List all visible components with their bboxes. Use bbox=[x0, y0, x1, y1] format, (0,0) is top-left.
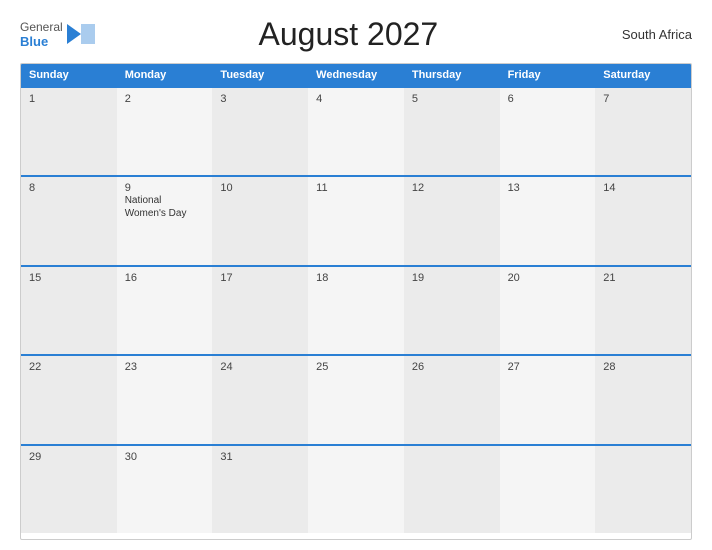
day-number: 26 bbox=[412, 361, 492, 373]
calendar-cell: 6 bbox=[500, 88, 596, 175]
day-number: 18 bbox=[316, 272, 396, 284]
logo-flag-icon bbox=[67, 24, 95, 44]
day-number: 29 bbox=[29, 451, 109, 463]
day-header-sunday: Sunday bbox=[21, 64, 117, 86]
calendar-cell: 27 bbox=[500, 356, 596, 443]
day-header-thursday: Thursday bbox=[404, 64, 500, 86]
day-header-monday: Monday bbox=[117, 64, 213, 86]
calendar-cell: 12 bbox=[404, 177, 500, 264]
calendar-cell: 17 bbox=[212, 267, 308, 354]
day-number: 31 bbox=[220, 451, 300, 463]
calendar-week-4: 22 23 24 25 26 27 28 bbox=[21, 354, 691, 443]
calendar-cell bbox=[404, 446, 500, 533]
day-number: 6 bbox=[508, 93, 588, 105]
day-number: 5 bbox=[412, 93, 492, 105]
calendar-cell: 8 bbox=[21, 177, 117, 264]
calendar-week-1: 1 2 3 4 5 6 7 bbox=[21, 86, 691, 175]
day-number: 11 bbox=[316, 182, 396, 194]
day-header-wednesday: Wednesday bbox=[308, 64, 404, 86]
calendar-cell: 26 bbox=[404, 356, 500, 443]
calendar-cell: 5 bbox=[404, 88, 500, 175]
header: General Blue August 2027 South Africa bbox=[20, 16, 692, 53]
day-header-friday: Friday bbox=[500, 64, 596, 86]
calendar-cell: 30 bbox=[117, 446, 213, 533]
day-number: 9 bbox=[125, 182, 205, 194]
calendar-cell: 1 bbox=[21, 88, 117, 175]
calendar-event: National Women's Day bbox=[125, 195, 187, 219]
calendar-body: 123456789National Women's Day10111213141… bbox=[21, 86, 691, 533]
day-number: 25 bbox=[316, 361, 396, 373]
calendar-cell: 4 bbox=[308, 88, 404, 175]
calendar-cell: 14 bbox=[595, 177, 691, 264]
logo-general: General bbox=[20, 20, 63, 34]
calendar-cell bbox=[308, 446, 404, 533]
calendar-week-2: 8 9National Women's Day 10 11 12 13 14 bbox=[21, 175, 691, 264]
day-number: 8 bbox=[29, 182, 109, 194]
calendar-cell: 25 bbox=[308, 356, 404, 443]
calendar-week-3: 15 16 17 18 19 20 21 bbox=[21, 265, 691, 354]
calendar-cell: 29 bbox=[21, 446, 117, 533]
day-number: 23 bbox=[125, 361, 205, 373]
day-number: 16 bbox=[125, 272, 205, 284]
calendar-week-5: 29 30 31 bbox=[21, 444, 691, 533]
day-number: 12 bbox=[412, 182, 492, 194]
day-number: 27 bbox=[508, 361, 588, 373]
country-label: South Africa bbox=[602, 27, 692, 42]
day-number: 20 bbox=[508, 272, 588, 284]
calendar: SundayMondayTuesdayWednesdayThursdayFrid… bbox=[20, 63, 692, 540]
calendar-header: SundayMondayTuesdayWednesdayThursdayFrid… bbox=[21, 64, 691, 86]
calendar-cell: 21 bbox=[595, 267, 691, 354]
day-number: 1 bbox=[29, 93, 109, 105]
calendar-cell bbox=[595, 446, 691, 533]
logo-text: General Blue bbox=[20, 20, 63, 50]
day-number: 4 bbox=[316, 93, 396, 105]
day-number: 14 bbox=[603, 182, 683, 194]
calendar-cell: 18 bbox=[308, 267, 404, 354]
calendar-cell: 16 bbox=[117, 267, 213, 354]
calendar-cell: 13 bbox=[500, 177, 596, 264]
day-number: 19 bbox=[412, 272, 492, 284]
day-header-tuesday: Tuesday bbox=[212, 64, 308, 86]
calendar-cell: 10 bbox=[212, 177, 308, 264]
day-number: 21 bbox=[603, 272, 683, 284]
page: General Blue August 2027 South Africa Su… bbox=[0, 0, 712, 550]
calendar-cell: 7 bbox=[595, 88, 691, 175]
calendar-cell: 19 bbox=[404, 267, 500, 354]
day-number: 7 bbox=[603, 93, 683, 105]
day-header-saturday: Saturday bbox=[595, 64, 691, 86]
calendar-cell: 23 bbox=[117, 356, 213, 443]
day-number: 15 bbox=[29, 272, 109, 284]
day-number: 28 bbox=[603, 361, 683, 373]
month-title: August 2027 bbox=[95, 16, 602, 53]
day-number: 13 bbox=[508, 182, 588, 194]
calendar-cell bbox=[500, 446, 596, 533]
day-number: 24 bbox=[220, 361, 300, 373]
calendar-cell: 11 bbox=[308, 177, 404, 264]
day-number: 22 bbox=[29, 361, 109, 373]
day-number: 10 bbox=[220, 182, 300, 194]
calendar-cell: 31 bbox=[212, 446, 308, 533]
calendar-cell: 3 bbox=[212, 88, 308, 175]
calendar-cell: 20 bbox=[500, 267, 596, 354]
day-number: 2 bbox=[125, 93, 205, 105]
calendar-cell: 22 bbox=[21, 356, 117, 443]
calendar-cell: 15 bbox=[21, 267, 117, 354]
calendar-cell: 9National Women's Day bbox=[117, 177, 213, 264]
logo-blue: Blue bbox=[20, 34, 48, 49]
calendar-cell: 28 bbox=[595, 356, 691, 443]
day-number: 3 bbox=[220, 93, 300, 105]
calendar-cell: 2 bbox=[117, 88, 213, 175]
calendar-cell: 24 bbox=[212, 356, 308, 443]
logo: General Blue bbox=[20, 20, 95, 50]
day-number: 17 bbox=[220, 272, 300, 284]
day-number: 30 bbox=[125, 451, 205, 463]
